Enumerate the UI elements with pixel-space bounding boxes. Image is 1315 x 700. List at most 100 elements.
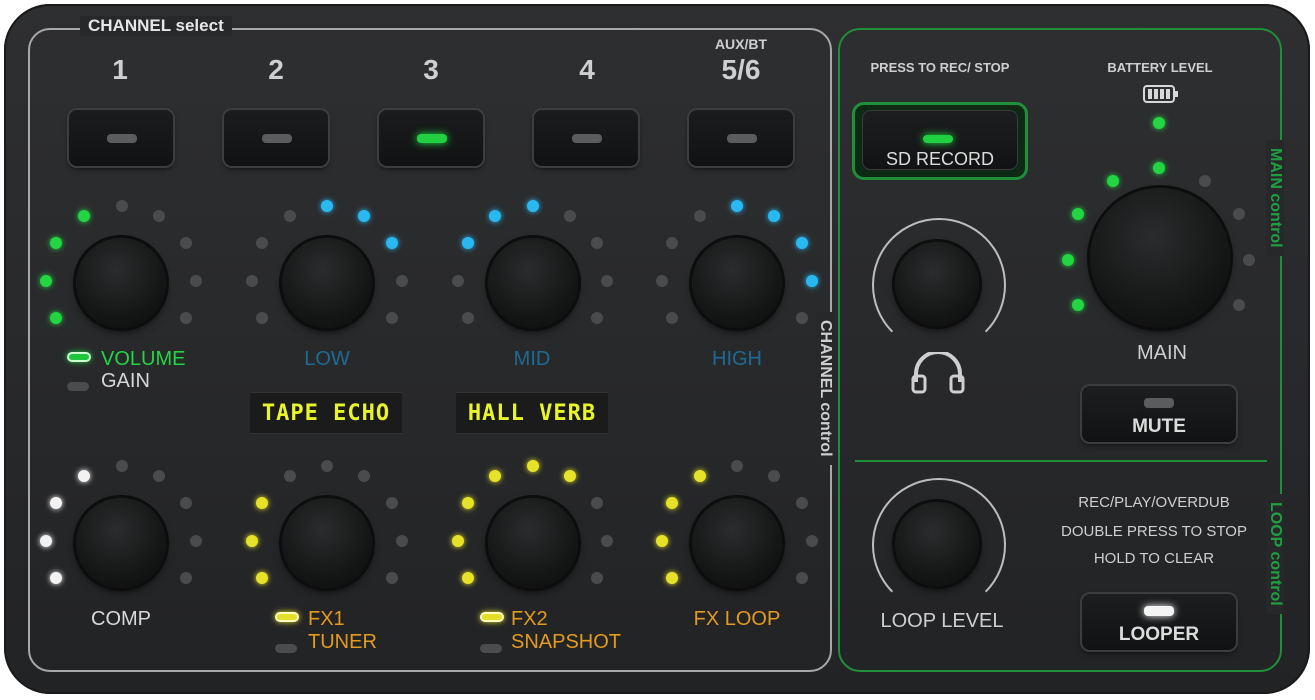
fx-loop-led [694,470,706,482]
mid-led [452,275,464,287]
fx1-knob[interactable] [282,498,372,588]
fx2-led [527,460,539,472]
mute-button[interactable]: MUTE [1082,386,1236,442]
fx-loop-led [731,460,743,472]
fx1-led [386,497,398,509]
sd-record-button[interactable]: SD RECORD [852,102,1028,180]
fx1-led [256,572,268,584]
main-led [1153,162,1165,174]
comp-led [190,535,202,547]
main-led [1233,208,1245,220]
fx-loop-led [768,470,780,482]
high-knob[interactable] [692,238,782,328]
main-led [1072,208,1084,220]
looper-button[interactable]: LOOPER [1082,594,1236,650]
fx2-led [462,572,474,584]
comp-led [180,572,192,584]
tuner-label: TUNER [308,631,377,653]
main-led [1062,254,1074,266]
channel-button-1[interactable] [69,110,173,166]
fx2-led [462,497,474,509]
main-led [1072,299,1084,311]
sd-record-face: SD RECORD [863,111,1017,169]
volume-led [40,275,52,287]
battery-led [1153,117,1165,129]
channel-led-3 [417,134,447,143]
main-knob[interactable] [1090,188,1230,328]
mid-led [591,237,603,249]
high-led [806,275,818,287]
battery-label: BATTERY LEVEL [1107,60,1213,75]
fx-loop-led [796,497,808,509]
channel-button-4[interactable] [534,110,638,166]
mid-led [601,275,613,287]
fx2-led [452,535,464,547]
loop-level-knob[interactable] [895,502,979,586]
mid-knob[interactable] [488,238,578,328]
high-led [796,312,808,324]
fx-loop-led [666,572,678,584]
low-knob[interactable] [282,238,372,328]
volume-led [78,210,90,222]
fx1-led [246,535,258,547]
fx1-led [284,470,296,482]
mid-label: MID [513,348,551,370]
gain-label: GAIN [101,370,150,392]
volume-led [180,237,192,249]
fx-loop-knob[interactable] [692,498,782,588]
fx-loop-led [796,572,808,584]
tuner-indicator [275,644,297,653]
channel-button-2[interactable] [224,110,328,166]
low-led [386,237,398,249]
fx2-led [564,470,576,482]
mid-led [527,200,539,212]
high-label: HIGH [712,348,762,370]
mute-label: MUTE [1132,416,1186,437]
fx2-indicator [480,612,504,622]
high-led [666,312,678,324]
fx1-led [321,460,333,472]
sd-record-label: SD RECORD [885,149,994,169]
low-led [386,312,398,324]
comp-led [50,572,62,584]
snapshot-label: SNAPSHOT [511,631,622,653]
channel-button-3[interactable] [379,110,483,166]
main-loop-divider [855,460,1267,462]
comp-knob[interactable] [76,498,166,588]
channel-control-label: CHANNEL control [816,312,834,465]
looper-instruction-2: DOUBLE PRESS TO STOP [1061,523,1247,540]
comp-led [40,535,52,547]
channel-select-title: CHANNEL select [80,16,232,36]
fx1-indicator [275,612,299,622]
fx2-label: FX2 [511,608,548,630]
mid-led [591,312,603,324]
channel-led-5-6 [727,134,757,143]
low-led [284,210,296,222]
channel-button-5-6[interactable] [689,110,793,166]
channel-number-5-6: 5/6 [721,54,761,85]
fx2-led [591,497,603,509]
battery-icon [1143,84,1179,109]
channel-number-1: 1 [112,54,128,85]
low-led [246,275,258,287]
volume-led [180,312,192,324]
mid-led [564,210,576,222]
volume-knob[interactable] [76,238,166,328]
looper-led [1144,606,1174,616]
channel-led-2 [262,134,292,143]
headphone-knob[interactable] [895,242,979,326]
low-led [256,312,268,324]
low-led [396,275,408,287]
aux-bt-label: AUX/BT [714,36,768,52]
fx2-knob[interactable] [488,498,578,588]
loop-level-label: LOOP LEVEL [880,610,1004,632]
main-led [1243,254,1255,266]
fx-loop-led [666,497,678,509]
fx1-label: FX1 [308,608,345,630]
looper-instruction-1: REC/PLAY/OVERDUB [1078,494,1230,511]
channel-led-1 [107,134,137,143]
mid-led [462,312,474,324]
main-led [1199,175,1211,187]
volume-indicator [67,352,91,362]
fx-loop-led [806,535,818,547]
